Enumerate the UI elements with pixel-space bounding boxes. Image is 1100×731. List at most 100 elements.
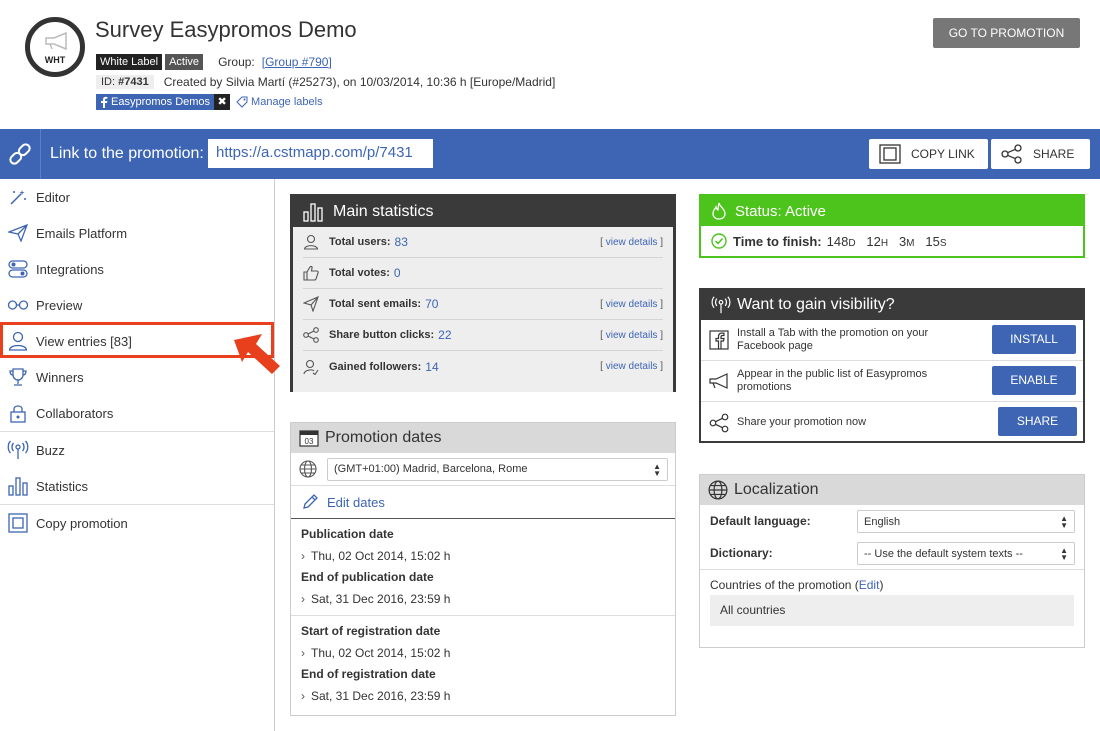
select-caret-icon: ▲ ▼: [653, 461, 661, 478]
sidebar-item-label: Collaborators: [36, 405, 114, 421]
follower-icon: [303, 359, 319, 375]
bar-chart-icon: [303, 203, 323, 222]
sidebar-item-statistics[interactable]: Statistics: [0, 468, 274, 504]
end-registration-date-value: › Sat, 31 Dec 2016, 23:59 h: [301, 684, 665, 708]
edit-dates-link[interactable]: Edit dates: [291, 486, 675, 519]
view-details-link[interactable]: [ view details ]: [600, 330, 663, 341]
sidebar-item-copy-promotion[interactable]: Copy promotion: [0, 505, 274, 541]
promotion-dates-title: Promotion dates: [325, 429, 442, 446]
share-promotion-button[interactable]: SHARE: [998, 407, 1077, 436]
share-icon: [1001, 144, 1022, 164]
glasses-icon: [7, 300, 29, 310]
publication-date-title: Publication date: [301, 527, 394, 541]
start-registration-date-title: Start of registration date: [301, 624, 441, 638]
stat-label: Share button clicks:: [329, 329, 435, 341]
timezone-value: (GMT+01:00) Madrid, Barcelona, Rome: [334, 463, 528, 475]
dictionary-select[interactable]: -- Use the default system texts -- ▲ ▼: [857, 542, 1075, 565]
stat-value[interactable]: 22: [438, 328, 451, 342]
thumbs-up-icon: [303, 265, 319, 281]
sidebar-item-buzz[interactable]: Buzz: [0, 432, 274, 468]
manage-labels-text: Manage labels: [251, 96, 323, 108]
share-icon: [709, 413, 729, 432]
go-to-promotion-button[interactable]: GO TO PROMOTION: [933, 18, 1080, 48]
globe-icon: [299, 460, 317, 478]
broadcast-icon: [711, 296, 731, 314]
share-button[interactable]: SHARE: [991, 139, 1090, 169]
promotion-dates-panel: 03 Promotion dates (GMT+01:00) Madrid, B…: [290, 422, 676, 716]
promotion-link-bar: Link to the promotion: https://a.cstmapp…: [0, 129, 1100, 179]
end-publication-date-title: End of publication date: [301, 570, 434, 584]
view-details-link[interactable]: [ view details ]: [600, 361, 663, 372]
visibility-title: Want to gain visibility?: [737, 296, 895, 313]
stat-value[interactable]: 70: [425, 297, 438, 311]
chevron-right-icon: ›: [301, 689, 305, 703]
timezone-select[interactable]: (GMT+01:00) Madrid, Barcelona, Rome ▲ ▼: [327, 457, 668, 481]
stat-row-gained-followers: Gained followers: 14 [ view details ]: [303, 351, 663, 382]
sidebar-item-label: Emails Platform: [36, 225, 128, 241]
visibility-panel: Want to gain visibility? Install a Tab w…: [699, 288, 1085, 443]
sidebar-item-label: Winners: [36, 369, 84, 385]
calendar-icon: 03: [299, 430, 319, 447]
sidebar-item-emails-platform[interactable]: Emails Platform: [0, 215, 274, 251]
active-badge: Active: [165, 54, 204, 70]
stat-row-share-button-clicks: Share button clicks: 22 [ view details ]: [303, 320, 663, 351]
sidebar-item-preview[interactable]: Preview: [0, 287, 274, 323]
paper-plane-icon: [303, 296, 319, 312]
share-label: SHARE: [1033, 147, 1075, 161]
sidebar-item-collaborators[interactable]: Collaborators: [0, 395, 274, 431]
id-row: ID: #7431 Created by Silvia Martí (#2527…: [96, 74, 555, 90]
status-panel: Status: Active Time to finish: 148D 12H …: [699, 194, 1085, 258]
group-label: Group:: [218, 55, 255, 69]
remove-label-button[interactable]: ✖: [214, 94, 231, 110]
main-statistics-body: Total users: 83 [ view details ] Total v…: [293, 227, 673, 392]
edit-countries-link[interactable]: Edit: [859, 578, 880, 592]
install-button[interactable]: INSTALL: [992, 325, 1076, 354]
end-publication-date-value: › Sat, 31 Dec 2016, 23:59 h: [301, 587, 665, 611]
created-text: Created by Silvia Martí (#25273), on 10/…: [163, 75, 556, 89]
share-now-row: Share your promotion now SHARE: [701, 402, 1083, 443]
labels-row: Easypromos Demos ✖ Manage labels: [96, 94, 323, 110]
stat-value[interactable]: 0: [394, 266, 401, 280]
manage-labels-link[interactable]: Manage labels: [236, 96, 323, 108]
id-label: ID:: [101, 76, 116, 88]
copy-link-button[interactable]: COPY LINK: [869, 139, 988, 169]
stat-label: Total votes:: [329, 267, 390, 279]
view-details-link[interactable]: [ view details ]: [600, 299, 663, 310]
link-label: Link to the promotion:: [50, 145, 204, 162]
sidebar: Editor Emails Platform Integrations Prev…: [0, 179, 275, 731]
default-language-select[interactable]: English ▲ ▼: [857, 510, 1075, 533]
badges-row: White Label Active Group: [Group #790]: [96, 54, 332, 70]
stat-value[interactable]: 83: [395, 235, 408, 249]
facebook-label: Easypromos Demos: [96, 94, 215, 110]
globe-icon: [708, 480, 728, 500]
sidebar-item-editor[interactable]: Editor: [0, 179, 274, 215]
promotion-url-field[interactable]: https://a.cstmapp.com/p/7431: [208, 139, 433, 168]
stat-value[interactable]: 14: [425, 360, 438, 374]
enable-button[interactable]: ENABLE: [992, 366, 1076, 395]
facebook-label-text: Easypromos Demos: [111, 96, 211, 108]
tag-icon: [236, 96, 248, 108]
id-badge: ID: #7431: [96, 75, 154, 89]
megaphone-icon: [45, 32, 67, 50]
share-now-text: Share your promotion now: [737, 416, 867, 428]
view-details-link[interactable]: [ view details ]: [600, 237, 663, 248]
publication-date-value: › Thu, 02 Oct 2014, 15:02 h: [301, 544, 665, 568]
paper-plane-icon: [8, 224, 28, 242]
stat-row-total-sent-emails: Total sent emails: 70 [ view details ]: [303, 289, 663, 320]
sidebar-item-integrations[interactable]: Integrations: [0, 251, 274, 287]
localization-header: Localization: [700, 475, 1084, 505]
countries-value: All countries: [710, 595, 1074, 626]
default-language-value: English: [864, 515, 901, 528]
dictionary-label: Dictionary:: [710, 546, 773, 560]
dictionary-row: Dictionary: -- Use the default system te…: [700, 537, 1084, 569]
pointer-arrow-icon: [234, 334, 280, 374]
facebook-icon: [101, 96, 108, 108]
bar-chart-icon: [8, 477, 28, 496]
share-icon: [303, 327, 319, 343]
group-link[interactable]: [Group #790]: [262, 55, 332, 69]
pencil-icon: [303, 494, 318, 509]
public-list-row: Appear in the public list of Easypromos …: [701, 361, 1083, 402]
logo-text: WHT: [44, 55, 66, 65]
select-caret-icon: ▲ ▼: [1060, 546, 1068, 562]
user-icon: [303, 234, 319, 250]
